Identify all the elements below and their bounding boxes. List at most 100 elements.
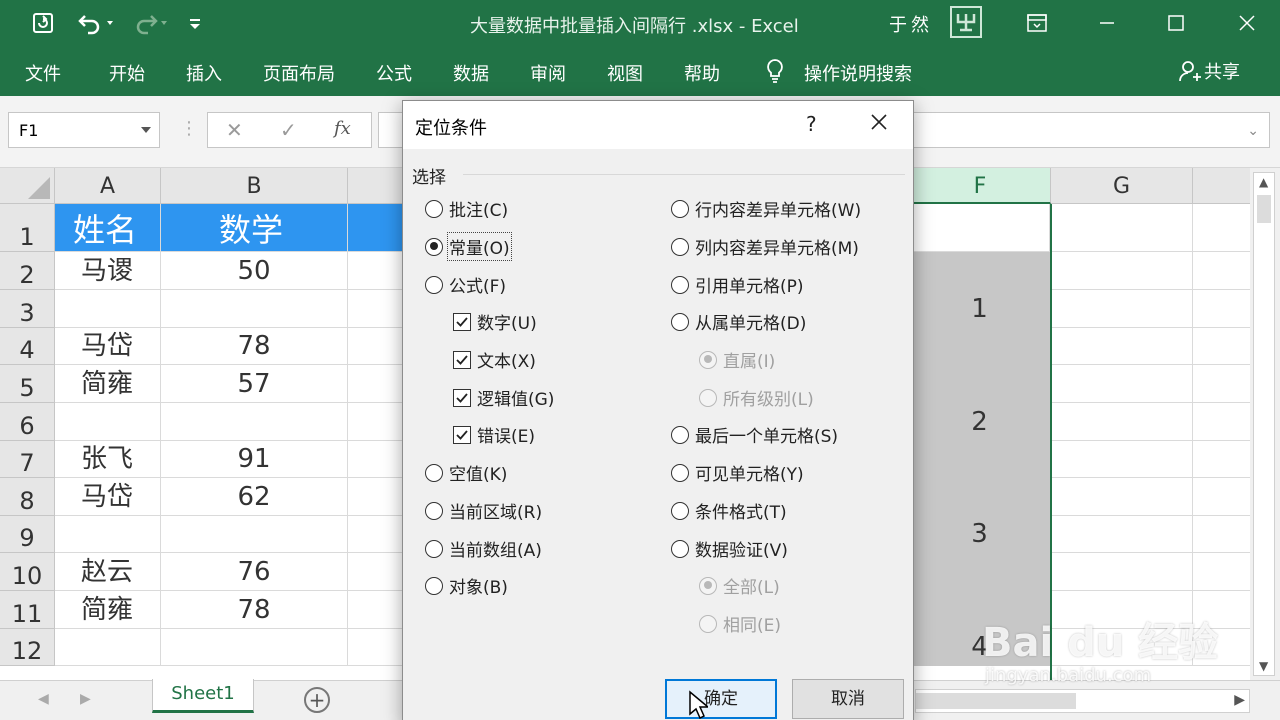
redo-icon[interactable] bbox=[128, 10, 170, 36]
cell-name[interactable]: 马岱 bbox=[55, 478, 161, 516]
scroll-right-icon[interactable]: ▶ bbox=[1234, 692, 1245, 708]
cell-g[interactable] bbox=[1051, 290, 1193, 328]
radio-button-icon[interactable] bbox=[671, 425, 689, 444]
radio-button-icon[interactable] bbox=[671, 539, 689, 558]
user-name[interactable]: 于然 bbox=[889, 11, 933, 37]
cell-g[interactable] bbox=[1051, 516, 1193, 553]
name-box[interactable]: F1 bbox=[8, 112, 160, 148]
cell-h[interactable] bbox=[1193, 553, 1250, 591]
cell-header-math[interactable]: 数学 bbox=[161, 204, 348, 252]
checkbox-left-5[interactable]: 逻辑值(G) bbox=[453, 385, 554, 410]
column-header-b[interactable]: B bbox=[161, 168, 348, 204]
column-header-h[interactable] bbox=[1193, 168, 1250, 204]
sheet-tab-sheet1[interactable]: Sheet1 bbox=[152, 679, 254, 713]
cell-g[interactable] bbox=[1051, 252, 1193, 290]
autosave-icon[interactable] bbox=[28, 10, 58, 36]
radio-button-icon[interactable] bbox=[425, 237, 443, 256]
row-header-3[interactable]: 3 bbox=[0, 290, 55, 328]
tab-page-layout[interactable]: 页面布局 bbox=[263, 60, 335, 86]
cell-name[interactable]: 简雍 bbox=[55, 365, 161, 403]
cell-name[interactable]: 马谡 bbox=[55, 252, 161, 290]
scroll-track[interactable]: ▲ ▼ bbox=[1253, 172, 1275, 676]
close-window-icon[interactable] bbox=[1232, 8, 1262, 38]
column-header-g[interactable]: G bbox=[1051, 168, 1193, 204]
cell-math[interactable] bbox=[161, 629, 348, 666]
scroll-up-icon[interactable]: ▲ bbox=[1259, 175, 1268, 189]
cell-math[interactable]: 62 bbox=[161, 478, 348, 516]
cell-math[interactable]: 91 bbox=[161, 441, 348, 478]
maximize-icon[interactable] bbox=[1161, 8, 1191, 38]
select-all-corner[interactable] bbox=[0, 168, 55, 204]
cell-g[interactable] bbox=[1051, 553, 1193, 591]
vertical-scrollbar[interactable]: ▲ ▼ bbox=[1250, 168, 1280, 680]
prev-sheet-icon[interactable]: ◀ bbox=[38, 691, 49, 707]
h-scroll-thumb[interactable] bbox=[916, 693, 1076, 709]
tab-file[interactable]: 文件 bbox=[25, 60, 61, 86]
cell-f[interactable]: 2 bbox=[910, 403, 1050, 441]
cell-name[interactable]: 简雍 bbox=[55, 591, 161, 629]
row-header-12[interactable]: 12 bbox=[0, 629, 55, 666]
column-header-a[interactable]: A bbox=[55, 168, 161, 204]
radio-button-icon[interactable] bbox=[425, 501, 443, 520]
row-header-11[interactable]: 11 bbox=[0, 591, 55, 629]
radio-button-icon[interactable] bbox=[671, 501, 689, 520]
radio-left-2[interactable]: 公式(F) bbox=[425, 272, 506, 297]
cell-f1[interactable] bbox=[910, 204, 1050, 252]
cell-math[interactable] bbox=[161, 516, 348, 553]
column-header-f[interactable]: F bbox=[910, 168, 1051, 204]
radio-left-1[interactable]: 常量(O) bbox=[425, 232, 512, 261]
radio-left-9[interactable]: 当前数组(A) bbox=[425, 536, 542, 561]
radio-left-10[interactable]: 对象(B) bbox=[425, 573, 508, 598]
radio-button-icon[interactable] bbox=[671, 199, 689, 218]
radio-button-icon[interactable] bbox=[425, 539, 443, 558]
checkbox-icon[interactable] bbox=[453, 312, 471, 331]
cell-f[interactable]: 3 bbox=[910, 516, 1050, 553]
drag-handle-icon[interactable]: ⋮ bbox=[180, 118, 198, 139]
cell-h[interactable] bbox=[1193, 252, 1250, 290]
tell-me-search[interactable]: 操作说明搜索 bbox=[804, 60, 912, 86]
ok-button[interactable]: 确定 bbox=[665, 679, 777, 719]
cell-math[interactable]: 78 bbox=[161, 328, 348, 365]
checkbox-icon[interactable] bbox=[453, 425, 471, 444]
horizontal-scrollbar[interactable]: ▶ bbox=[915, 689, 1250, 713]
radio-button-icon[interactable] bbox=[671, 463, 689, 482]
radio-left-0[interactable]: 批注(C) bbox=[425, 196, 508, 221]
tab-review[interactable]: 审阅 bbox=[530, 60, 566, 86]
radio-button-icon[interactable] bbox=[671, 275, 689, 294]
cell-name[interactable]: 张飞 bbox=[55, 441, 161, 478]
radio-right-8[interactable]: 条件格式(T) bbox=[671, 498, 787, 523]
row-header-5[interactable]: 5 bbox=[0, 365, 55, 403]
radio-left-7[interactable]: 空值(K) bbox=[425, 460, 507, 485]
expand-formula-icon[interactable]: ⌄ bbox=[1247, 123, 1259, 139]
cell-name[interactable] bbox=[55, 516, 161, 553]
next-sheet-icon[interactable]: ▶ bbox=[80, 691, 91, 707]
cell-h[interactable] bbox=[1193, 365, 1250, 403]
cell-math[interactable] bbox=[161, 403, 348, 441]
row-header-1[interactable]: 1 bbox=[0, 204, 55, 252]
radio-left-8[interactable]: 当前区域(R) bbox=[425, 498, 542, 523]
cell-f[interactable] bbox=[910, 553, 1050, 591]
minimize-icon[interactable] bbox=[1092, 8, 1122, 38]
undo-icon[interactable] bbox=[74, 10, 116, 36]
cell-h[interactable] bbox=[1193, 290, 1250, 328]
tab-view[interactable]: 视图 bbox=[607, 60, 643, 86]
row-header-9[interactable]: 9 bbox=[0, 516, 55, 553]
tab-insert[interactable]: 插入 bbox=[186, 60, 222, 86]
row-header-4[interactable]: 4 bbox=[0, 328, 55, 365]
insert-function-icon[interactable]: fx bbox=[334, 118, 351, 139]
cancel-button[interactable]: 取消 bbox=[792, 679, 904, 719]
cell-g[interactable] bbox=[1051, 403, 1193, 441]
radio-button-icon[interactable] bbox=[671, 312, 689, 331]
radio-button-icon[interactable] bbox=[671, 237, 689, 256]
radio-right-9[interactable]: 数据验证(V) bbox=[671, 536, 788, 561]
cell-g[interactable] bbox=[1051, 478, 1193, 516]
checkbox-icon[interactable] bbox=[453, 350, 471, 369]
cell-math[interactable]: 57 bbox=[161, 365, 348, 403]
radio-right-3[interactable]: 从属单元格(D) bbox=[671, 309, 806, 334]
cell-h[interactable] bbox=[1193, 403, 1250, 441]
scroll-thumb[interactable] bbox=[1257, 195, 1271, 223]
checkbox-left-6[interactable]: 错误(E) bbox=[453, 422, 535, 447]
cell-math[interactable] bbox=[161, 290, 348, 328]
cancel-formula-icon[interactable]: ✕ bbox=[226, 118, 243, 142]
cell-math[interactable]: 76 bbox=[161, 553, 348, 591]
